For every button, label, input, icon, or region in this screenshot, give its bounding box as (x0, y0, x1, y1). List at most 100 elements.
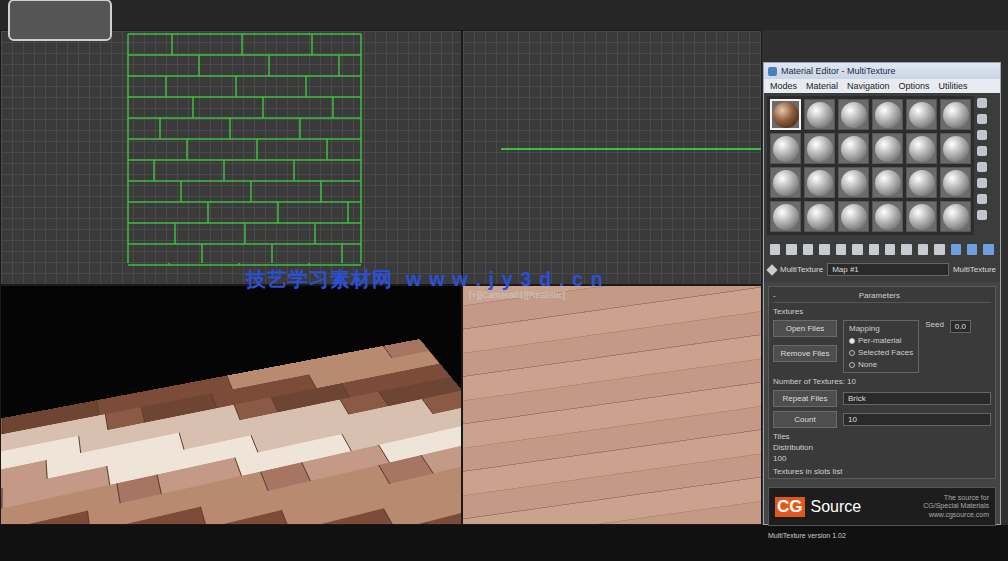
sample-slot[interactable] (906, 201, 937, 232)
param-button[interactable]: Repeat Files (773, 390, 837, 407)
tool-icon[interactable] (786, 244, 796, 255)
sample-slot[interactable] (872, 99, 903, 130)
name-field[interactable]: Map #1 (827, 263, 949, 276)
sample-slot[interactable] (770, 133, 801, 164)
menu-item[interactable]: Navigation (847, 81, 890, 91)
file-button[interactable]: Open Files (773, 320, 837, 337)
sphere-icon (943, 204, 969, 230)
menu-item[interactable]: Options (899, 81, 930, 91)
tool-icon[interactable] (803, 244, 813, 255)
sample-slot[interactable] (940, 133, 971, 164)
sample-slot[interactable] (804, 99, 835, 130)
tool-icon[interactable] (967, 244, 977, 255)
tool-icon[interactable] (977, 98, 987, 108)
sample-slot[interactable] (906, 99, 937, 130)
rollout-toggle[interactable]: - (773, 291, 776, 300)
sphere-icon (773, 102, 799, 128)
sphere-icon (841, 102, 867, 128)
menu-item[interactable]: Utilities (939, 81, 968, 91)
tool-icon[interactable] (869, 244, 879, 255)
sphere-icon (773, 170, 799, 196)
mapping-radio[interactable]: Per-material (849, 336, 913, 345)
bottom-strip (0, 525, 1008, 561)
sphere-icon (875, 170, 901, 196)
note: 100 (773, 454, 991, 463)
tool-icon[interactable] (983, 244, 993, 255)
tool-icon[interactable] (885, 244, 895, 255)
seed-field[interactable]: 0.0 (950, 320, 971, 333)
tool-icon[interactable] (977, 194, 987, 204)
tool-icon[interactable] (819, 244, 829, 255)
floor-render (0, 339, 462, 525)
mapping-radio[interactable]: Selected Faces (849, 348, 913, 357)
group-label: Mapping (849, 324, 913, 333)
tool-icon[interactable] (977, 130, 987, 140)
sample-slot[interactable] (838, 99, 869, 130)
param-field[interactable]: Brick (843, 392, 991, 405)
sample-slot[interactable] (906, 133, 937, 164)
mapping-radio[interactable]: None (849, 360, 913, 369)
tool-icon[interactable] (918, 244, 928, 255)
tool-icon[interactable] (836, 244, 846, 255)
sample-slot[interactable] (940, 201, 971, 232)
sample-slot[interactable] (804, 133, 835, 164)
tool-icon[interactable] (977, 146, 987, 156)
tool-icon[interactable] (934, 244, 944, 255)
sample-slot[interactable] (804, 201, 835, 232)
sample-slot[interactable] (940, 99, 971, 130)
sample-slot[interactable] (838, 201, 869, 232)
textures-label: Textures (773, 307, 991, 316)
top-viewport[interactable] (0, 30, 462, 285)
app-icon (768, 67, 777, 76)
tool-icon[interactable] (770, 244, 780, 255)
front-viewport[interactable] (462, 30, 762, 285)
tool-icon[interactable] (977, 210, 987, 220)
type-button[interactable]: MultiTexture (953, 265, 996, 274)
tool-icon[interactable] (951, 244, 961, 255)
title-bar[interactable]: Material Editor - MultiTexture (764, 63, 1000, 79)
eyedropper-icon[interactable] (766, 264, 777, 275)
param-row: Repeat Files Brick (773, 390, 991, 407)
sample-slot[interactable] (872, 201, 903, 232)
perspective-viewport[interactable] (0, 285, 462, 525)
radio-label: Selected Faces (858, 348, 913, 357)
notes: TilesDistribution100 (773, 432, 991, 463)
viewport-label[interactable]: [+][Camera01][Realistic] (469, 290, 565, 300)
sample-slot[interactable] (770, 99, 801, 130)
tool-icon[interactable] (977, 114, 987, 124)
tool-icon[interactable] (901, 244, 911, 255)
sphere-icon (807, 102, 833, 128)
sample-slot[interactable] (906, 167, 937, 198)
material-editor-window[interactable]: Material Editor - MultiTexture Modes Mater… (763, 62, 1001, 525)
params-row: Open Files Remove Files Mapping Per-materia… (773, 320, 991, 373)
tool-icon[interactable] (852, 244, 862, 255)
camera-viewport[interactable]: [+][Camera01][Realistic] (462, 285, 762, 525)
tool-icon[interactable] (977, 178, 987, 188)
rollout-header[interactable]: -Parameters (773, 289, 991, 303)
sample-slot[interactable] (872, 167, 903, 198)
sample-slot[interactable] (940, 167, 971, 198)
sample-slot[interactable] (872, 133, 903, 164)
top-strip (0, 0, 1008, 30)
radio-label: None (858, 360, 877, 369)
tool-icon[interactable] (977, 162, 987, 172)
sample-slot[interactable] (770, 167, 801, 198)
sphere-icon (807, 136, 833, 162)
logo-source: Source (811, 498, 862, 516)
file-button[interactable]: Remove Files (773, 345, 837, 362)
sample-slot[interactable] (770, 201, 801, 232)
param-button[interactable]: Count (773, 411, 837, 428)
seed-row: Seed0.0 (925, 320, 971, 333)
sample-slot[interactable] (838, 167, 869, 198)
sphere-icon (773, 136, 799, 162)
sphere-icon (841, 136, 867, 162)
menu-item[interactable]: Material (806, 81, 838, 91)
sample-slot[interactable] (838, 133, 869, 164)
menu-item[interactable]: Modes (770, 81, 797, 91)
sample-slot[interactable] (804, 167, 835, 198)
sphere-icon (909, 102, 935, 128)
param-field[interactable]: 10 (843, 413, 991, 426)
note: Tiles (773, 432, 991, 441)
side-toolbar (977, 96, 987, 235)
sphere-icon (841, 204, 867, 230)
